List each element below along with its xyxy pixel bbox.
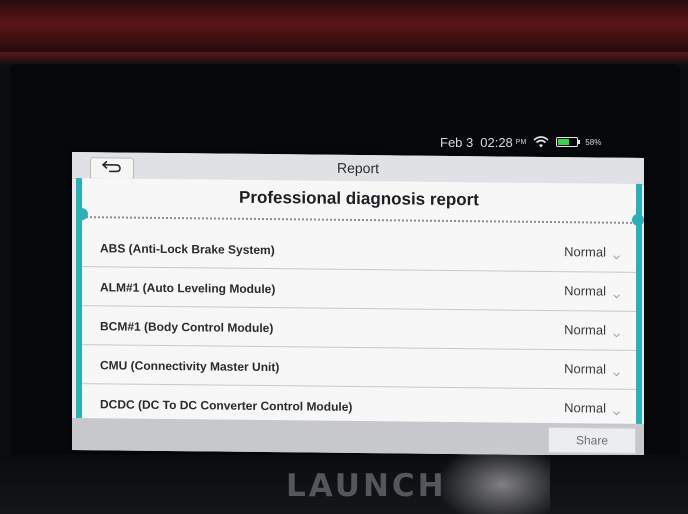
device-bezel-top [0, 0, 688, 60]
system-name: BCM#1 (Body Control Module) [100, 319, 274, 336]
system-name: CMU (Connectivity Master Unit) [100, 358, 280, 375]
status-date: Feb 3 [440, 134, 474, 150]
report-heading: Professional diagnosis report [239, 187, 479, 210]
system-status: Normal [564, 322, 606, 338]
accent-dot-left [76, 208, 88, 221]
window-title: Report [336, 159, 380, 177]
report-content: Professional diagnosis report ABS (Anti-… [82, 178, 636, 424]
chevron-down-icon[interactable] [613, 404, 620, 416]
system-status: Normal [564, 400, 606, 416]
accent-dot-right [632, 213, 644, 226]
light-glare [430, 440, 550, 514]
system-list: ABS (Anti-Lock Brake System) Normal ALM#… [82, 228, 636, 424]
system-name: DCDC (DC To DC Converter Control Module) [100, 397, 353, 414]
battery-fill [558, 139, 569, 145]
wifi-icon [533, 136, 549, 148]
chevron-down-icon[interactable] [613, 287, 620, 299]
battery-icon [556, 137, 581, 147]
list-item[interactable]: CMU (Connectivity Master Unit) Normal [82, 345, 636, 390]
share-button[interactable]: Share [548, 426, 636, 454]
list-item[interactable]: ALM#1 (Auto Leveling Module) Normal [82, 267, 636, 312]
chevron-down-icon[interactable] [613, 365, 620, 377]
list-item[interactable]: DCDC (DC To DC Converter Control Module)… [82, 384, 636, 424]
chevron-down-icon[interactable] [613, 326, 620, 338]
system-name: ALM#1 (Auto Leveling Module) [100, 280, 276, 297]
brand-logo: LAUNCH [286, 468, 447, 504]
status-ampm: PM [515, 138, 527, 146]
report-window: Report Professional diagnosis report ABS… [72, 152, 644, 456]
footer-bar: Share [72, 418, 644, 456]
heading-divider [86, 216, 632, 224]
battery-percent: 58% [585, 137, 602, 147]
system-name: ABS (Anti-Lock Brake System) [100, 241, 275, 258]
chevron-down-icon[interactable] [613, 248, 620, 260]
list-item[interactable]: BCM#1 (Body Control Module) Normal [82, 306, 636, 351]
list-item[interactable]: ABS (Anti-Lock Brake System) Normal [82, 228, 636, 273]
status-time: 02:28 [480, 134, 513, 150]
system-status: Normal [564, 244, 606, 260]
status-bar: Feb 3 02:28 PM 58% [440, 132, 601, 152]
system-status: Normal [564, 283, 606, 299]
system-status: Normal [564, 361, 606, 377]
